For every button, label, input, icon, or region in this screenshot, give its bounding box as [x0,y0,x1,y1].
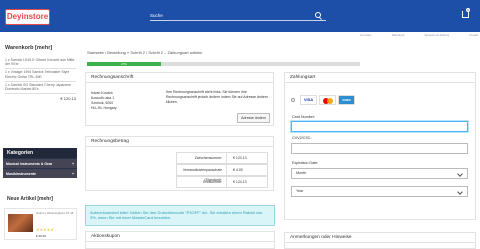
progress-fill: 27% [87,62,161,66]
coupon-title: Aktionskupon [86,232,274,242]
search-icon[interactable] [315,12,321,18]
new-items-title[interactable]: Neue Artikel [mehr] [7,196,53,202]
card-number-input[interactable] [291,121,468,132]
product-price: € 00.00 [36,234,47,238]
search-input[interactable]: Suche [150,11,326,21]
checkout-progress: 27% [87,62,360,66]
product-name[interactable]: Gitarre | Westerngitarre ST 48 [36,211,74,215]
rating-stars: ★★★★★ [36,227,54,232]
total-label: Endsumme: [177,177,227,187]
change-address-button[interactable]: Adresse ändern [237,113,270,123]
search-placeholder: Suche [150,13,163,18]
top-header: Deyinstore Suche 0 [0,0,480,32]
mastercard-icon [319,95,336,105]
credit-card-radio[interactable] [291,98,295,102]
month-value: Month [296,171,307,175]
contact-link[interactable]: Kontakt [469,34,478,37]
invoice-amount-card: Rechnungsbetrag Zwischensumme: € 120.13 V… [85,136,274,191]
notes-card: Anmerkungen oder Hinweise [284,232,476,249]
subtotal-label: Zwischensumme: [177,153,227,163]
shipping-value: € 4.00 [233,168,243,172]
cart-sidebar: Warenkorb [mehr] 1 x Samick LK45 E Gitar… [5,45,76,101]
year-select[interactable]: Year [291,186,468,197]
amex-icon: AMEX [338,95,355,105]
guitar-product-image[interactable] [8,214,33,232]
expiration-label: Expiration Date: [292,161,319,165]
top-navigation: Anmelden Warenkorb Versand und Zahlung K… [360,34,478,37]
category-label: Musical Instruments & Gear [6,162,53,166]
cart-icon[interactable] [462,11,469,18]
cart-count-badge: 0 [466,8,470,12]
cart-link[interactable]: Warenkorb [392,34,405,37]
category-menu: Kategorien Musical Instruments & Gear + M… [3,148,77,178]
shipping-row: Versandkostenpauschale (Standard): € 4.00 [176,164,268,182]
category-label: Musikinstrumente [6,172,36,176]
chevron-down-icon[interactable] [457,189,463,195]
total-value: € 124.13 [233,180,247,184]
new-product-card[interactable]: Gitarre | Westerngitarre ST 48 ★★★★★ € 0… [4,208,77,240]
billing-address: Istvan Kovacs Kossuth utca 1 Szolnok, 50… [91,91,151,111]
chevron-down-icon[interactable] [457,171,463,177]
year-value: Year [296,189,304,193]
plus-icon[interactable]: + [72,169,74,179]
payment-method-title: Zahlungsart [285,73,475,83]
cart-item[interactable]: 1 x Samick LK45 E Gitarre Konzert aus Mi… [5,57,76,70]
subtotal-value: € 120.13 [233,156,247,160]
address-line: HU-JN, Hungary [91,106,117,110]
shipping-label: Versandkostenpauschale (Standard): [177,165,227,182]
invoice-amount-title: Rechnungsbetrag [86,137,273,147]
total-row: Endsumme: € 124.13 [176,176,268,188]
category-musikinstrumente[interactable]: Musikinstrumente + [3,168,77,178]
category-musical-instruments[interactable]: Musical Instruments & Gear + [3,158,77,168]
store-logo[interactable]: Deyinstore [5,9,50,25]
coupon-notice: Aufmerksamkeit bitte! Geben Sie den Guts… [85,205,275,226]
login-link[interactable]: Anmelden [360,34,372,37]
visa-icon: VISA [300,95,317,105]
cart-sidebar-title[interactable]: Warenkorb [mehr] [5,45,76,51]
cart-item[interactable]: 1 x Vintage 1994 Samick Telecaster Style… [5,69,76,82]
breadcrumb[interactable]: Startseite / Bestellung » Schritt 2 / Sc… [87,50,202,55]
categories-title: Kategorien [7,150,34,156]
payment-method-card: Zahlungsart VISA AMEX Card Number: CVV2/… [284,72,476,220]
cart-total: € 120.13 [60,96,76,102]
billing-address-card: Rechnungsanschrift Istvan Kovacs Kossuth… [85,72,274,126]
shipping-payment-link[interactable]: Versand und Zahlung [424,34,449,37]
card-brand-options: VISA AMEX [291,95,361,105]
coupon-card: Aktionskupon [85,231,275,249]
notes-title: Anmerkungen oder Hinweise [285,233,475,243]
subtotal-row: Zwischensumme: € 120.13 [176,152,268,164]
cart-item[interactable]: 1 x Samick SG Standard Cherry Japanese D… [5,82,76,95]
month-select[interactable]: Month [291,168,468,179]
billing-address-hint: Ihre Rechnungsanschrift steht links. Sie… [166,90,268,104]
cvv-label: CVV2/CSC: [292,136,312,140]
billing-address-title: Rechnungsanschrift [86,73,273,83]
card-number-label: Card Number: [292,115,316,119]
cvv-input[interactable] [291,143,468,154]
